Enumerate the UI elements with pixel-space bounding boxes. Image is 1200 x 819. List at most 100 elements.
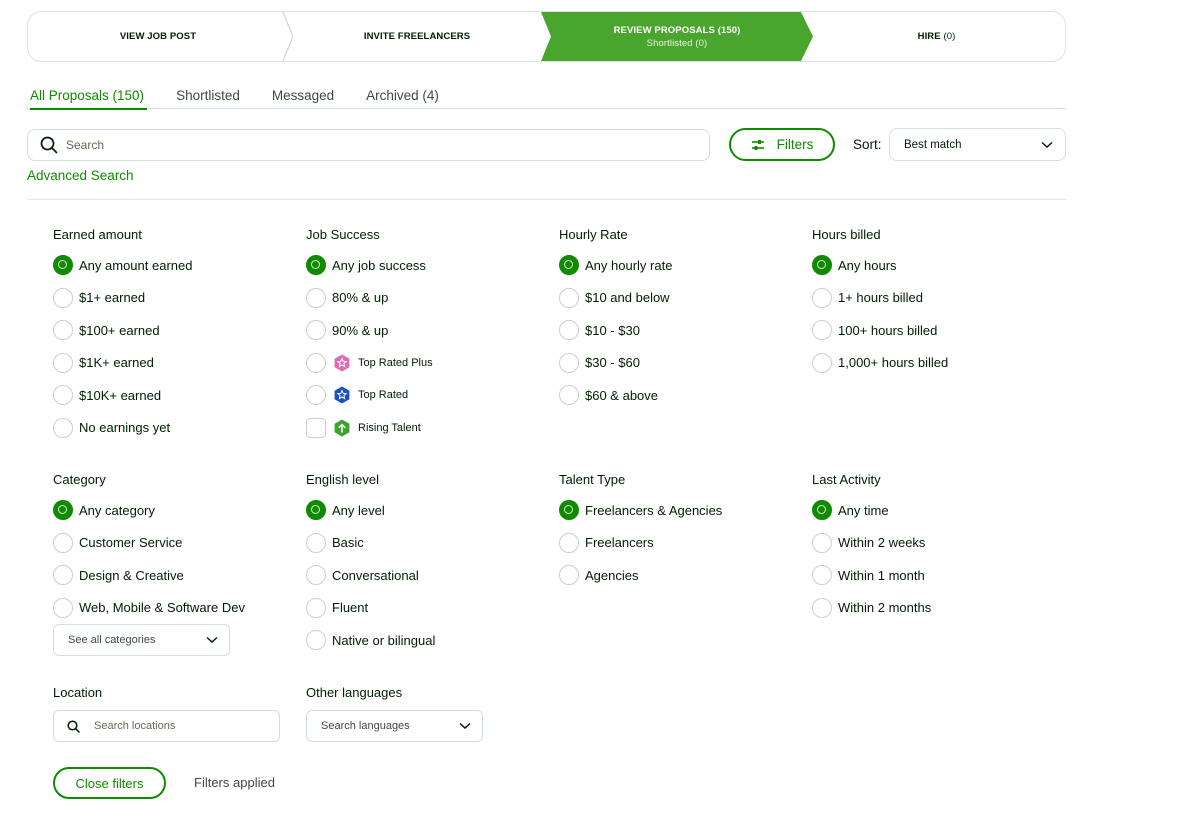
option-rising-talent[interactable]: Rising Talent xyxy=(306,417,433,438)
filter-option[interactable]: Any category xyxy=(53,500,245,520)
filter-option[interactable]: Freelancers & Agencies xyxy=(559,500,722,520)
radio-button[interactable] xyxy=(812,532,832,553)
step-review-proposals[interactable]: REVIEW PROPOSALS (150) Shortlisted (0) xyxy=(547,11,807,62)
radio-button[interactable] xyxy=(53,352,73,373)
radio-button-selected[interactable] xyxy=(53,255,73,275)
radio-button-selected[interactable] xyxy=(306,255,326,275)
filter-option[interactable]: Within 1 month xyxy=(812,565,931,585)
filter-option[interactable]: Design & Creative xyxy=(53,565,245,585)
radio-button[interactable] xyxy=(306,287,326,308)
filter-option[interactable]: $30 - $60 xyxy=(559,352,672,373)
filter-option[interactable]: Web, Mobile & Software Dev xyxy=(53,597,245,618)
radio-button[interactable] xyxy=(559,565,579,585)
filter-option[interactable]: Native or bilingual xyxy=(306,630,435,650)
option-top-rated[interactable]: Top Rated xyxy=(306,385,433,405)
filters-button[interactable]: Filters xyxy=(729,128,835,161)
filter-option[interactable]: 100+ hours billed xyxy=(812,320,948,340)
filter-option[interactable]: 1+ hours billed xyxy=(812,287,948,308)
checkbox[interactable] xyxy=(306,417,326,438)
filter-option[interactable]: Any level xyxy=(306,500,435,520)
radio-button[interactable] xyxy=(306,532,326,553)
filter-option[interactable]: Freelancers xyxy=(559,532,722,553)
radio-button[interactable] xyxy=(559,532,579,553)
sort-select[interactable]: Best match xyxy=(889,128,1066,161)
filter-option[interactable]: $1+ earned xyxy=(53,287,192,308)
radio-button[interactable] xyxy=(306,385,326,405)
filter-option[interactable]: Customer Service xyxy=(53,532,245,553)
filter-option[interactable]: Agencies xyxy=(559,565,722,585)
search-input[interactable] xyxy=(66,138,666,152)
group-title: Other languages xyxy=(306,685,403,700)
option-label: Conversational xyxy=(332,567,419,583)
filter-option[interactable]: Any hours xyxy=(812,255,948,275)
radio-button[interactable] xyxy=(559,320,579,340)
filter-option[interactable]: Within 2 weeks xyxy=(812,532,931,553)
radio-button[interactable] xyxy=(53,417,73,438)
filter-option[interactable]: Any job success xyxy=(306,255,433,275)
filter-option[interactable]: $100+ earned xyxy=(53,320,192,340)
tab-archived[interactable]: Archived (4) xyxy=(363,88,442,108)
chevron-down-icon xyxy=(459,722,471,730)
filter-option[interactable]: No earnings yet xyxy=(53,417,192,438)
radio-button[interactable] xyxy=(53,565,73,585)
radio-button-selected[interactable] xyxy=(812,255,832,275)
option-label: Within 1 month xyxy=(838,567,925,583)
radio-button[interactable] xyxy=(812,287,832,308)
radio-button[interactable] xyxy=(812,565,832,585)
sliders-icon xyxy=(751,139,764,150)
radio-button[interactable] xyxy=(812,352,832,373)
group-title: Location xyxy=(53,685,103,700)
radio-button[interactable] xyxy=(53,597,73,618)
radio-button[interactable] xyxy=(306,597,326,618)
radio-button[interactable] xyxy=(306,320,326,340)
radio-button-selected[interactable] xyxy=(812,500,832,520)
radio-button[interactable] xyxy=(559,287,579,308)
filter-option[interactable]: Any time xyxy=(812,500,931,520)
filter-option[interactable]: Any amount earned xyxy=(53,255,192,275)
radio-button[interactable] xyxy=(53,385,73,405)
filter-option[interactable]: Conversational xyxy=(306,565,435,585)
radio-button[interactable] xyxy=(53,320,73,340)
languages-select[interactable]: Search languages xyxy=(306,710,483,742)
filter-option[interactable]: Any hourly rate xyxy=(559,255,672,275)
filter-group-earned-amount: Earned amount Any amount earned $1+ earne… xyxy=(53,227,192,450)
radio-button-selected[interactable] xyxy=(306,500,326,520)
filter-option[interactable]: $10K+ earned xyxy=(53,385,192,405)
radio-button[interactable] xyxy=(306,630,326,650)
tab-all-proposals[interactable]: All Proposals (150) xyxy=(27,88,148,110)
option-top-rated-plus[interactable]: Top Rated Plus xyxy=(306,352,433,373)
radio-button[interactable] xyxy=(812,320,832,340)
step-invite-freelancers[interactable]: INVITE FREELANCERS xyxy=(289,11,545,62)
filter-option[interactable]: $1K+ earned xyxy=(53,352,192,373)
radio-button[interactable] xyxy=(559,352,579,373)
radio-button[interactable] xyxy=(306,352,326,373)
filter-option[interactable]: 90% & up xyxy=(306,320,433,340)
radio-button-selected[interactable] xyxy=(559,500,579,520)
radio-button[interactable] xyxy=(53,532,73,553)
filter-option[interactable]: 80% & up xyxy=(306,287,433,308)
radio-button[interactable] xyxy=(559,385,579,405)
close-filters-button[interactable]: Close filters xyxy=(53,767,166,799)
see-all-categories-select[interactable]: See all categories xyxy=(53,624,230,656)
filter-option[interactable]: Fluent xyxy=(306,597,435,618)
step-hire[interactable]: HIRE (0) xyxy=(807,11,1066,62)
tab-shortlisted[interactable]: Shortlisted xyxy=(173,88,243,108)
location-search-box[interactable] xyxy=(53,710,280,742)
filter-option[interactable]: Within 2 months xyxy=(812,597,931,618)
tab-messaged[interactable]: Messaged xyxy=(269,88,337,108)
filter-option[interactable]: 1,000+ hours billed xyxy=(812,352,948,373)
step-view-job-post[interactable]: VIEW JOB POST xyxy=(27,11,289,62)
radio-button[interactable] xyxy=(53,287,73,308)
proposal-search-box[interactable] xyxy=(27,129,710,161)
radio-button-selected[interactable] xyxy=(53,500,73,520)
radio-button-selected[interactable] xyxy=(559,255,579,275)
location-search-input[interactable] xyxy=(94,720,274,732)
filter-option[interactable]: $10 - $30 xyxy=(559,320,672,340)
advanced-search-link[interactable]: Advanced Search xyxy=(27,168,134,183)
select-label: See all categories xyxy=(68,634,156,646)
filter-option[interactable]: Basic xyxy=(306,532,435,553)
filter-option[interactable]: $60 & above xyxy=(559,385,672,405)
radio-button[interactable] xyxy=(306,565,326,585)
filter-option[interactable]: $10 and below xyxy=(559,287,672,308)
radio-button[interactable] xyxy=(812,597,832,618)
